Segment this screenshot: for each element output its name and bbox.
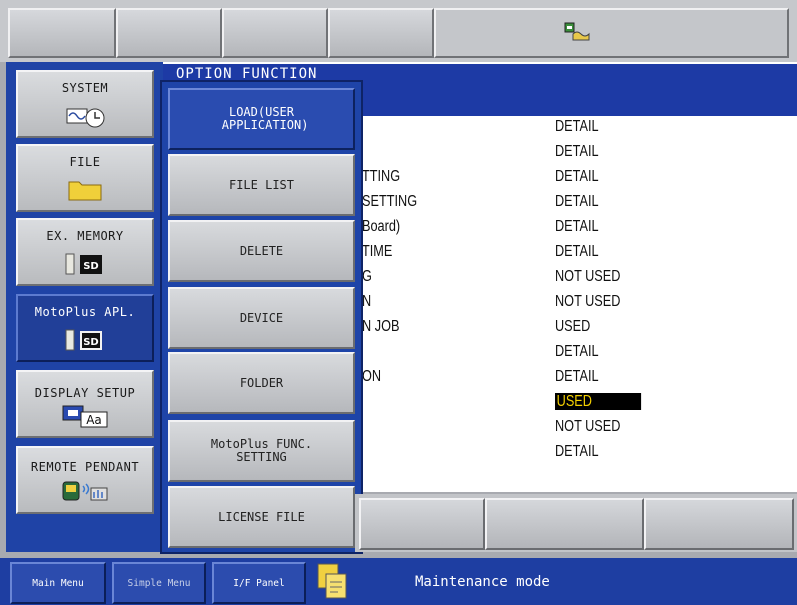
main-menu-button[interactable]: Main Menu bbox=[10, 562, 106, 604]
function-key-2[interactable] bbox=[485, 498, 644, 550]
option-row-value[interactable]: DETAIL bbox=[555, 368, 599, 386]
menu-remote-pendant[interactable]: REMOTE PENDANT bbox=[16, 446, 154, 514]
option-row-label: N JOB bbox=[362, 318, 400, 335]
option-row-label: Board) bbox=[362, 218, 401, 235]
copy-document-icon bbox=[317, 563, 347, 599]
option-value-text: DETAIL bbox=[555, 168, 599, 185]
option-value-text: DETAIL bbox=[555, 443, 599, 460]
option-row-value[interactable]: DETAIL bbox=[555, 193, 599, 211]
menu-file-label: FILE bbox=[69, 155, 101, 169]
if-panel-button[interactable]: I/F Panel bbox=[212, 562, 306, 604]
window-title: OPTION FUNCTION bbox=[176, 66, 318, 80]
option-row-value[interactable]: NOT USED bbox=[555, 268, 620, 286]
menu-system[interactable]: SYSTEM bbox=[16, 70, 154, 138]
top-button-4[interactable] bbox=[328, 8, 434, 58]
menu-motoplus-label: MotoPlus APL. bbox=[34, 305, 136, 319]
option-row-value[interactable]: NOT USED bbox=[555, 293, 620, 311]
display-font-icon: Aa bbox=[62, 405, 108, 428]
navigation-icon bbox=[564, 22, 590, 41]
option-value-text: DETAIL bbox=[555, 343, 599, 360]
option-value-text: DETAIL bbox=[555, 118, 599, 135]
system-clock-icon bbox=[66, 108, 105, 128]
sd-card-icon: SD bbox=[65, 329, 102, 351]
option-value-text: NOT USED bbox=[555, 293, 621, 310]
sd-card-icon: SD bbox=[65, 253, 102, 275]
option-value-text: DETAIL bbox=[555, 243, 599, 260]
option-row-value[interactable]: USED bbox=[555, 318, 590, 336]
status-text: Maintenance mode bbox=[415, 574, 550, 590]
menu-file[interactable]: FILE bbox=[16, 144, 154, 212]
submenu-item[interactable]: FOLDER bbox=[168, 352, 355, 414]
submenu-item[interactable]: DEVICE bbox=[168, 287, 355, 349]
option-value-text: NOT USED bbox=[555, 418, 621, 435]
submenu-item[interactable]: LOAD(USER APPLICATION) bbox=[168, 88, 355, 150]
option-value-text: DETAIL bbox=[555, 368, 599, 385]
option-row-value[interactable]: USED bbox=[555, 393, 642, 411]
function-key-1[interactable] bbox=[359, 498, 485, 550]
top-button-3[interactable] bbox=[222, 8, 328, 58]
menu-display-setup-label: DISPLAY SETUP bbox=[34, 386, 136, 400]
option-value-text: DETAIL bbox=[555, 143, 599, 160]
svg-text:SD: SD bbox=[83, 337, 99, 348]
menu-display-setup[interactable]: DISPLAY SETUP Aa bbox=[16, 370, 154, 438]
submenu-item[interactable]: FILE LIST bbox=[168, 154, 355, 216]
option-row-value[interactable]: DETAIL bbox=[555, 168, 599, 186]
option-row-value[interactable]: DETAIL bbox=[555, 118, 599, 136]
menu-ex-memory-label: EX. MEMORY bbox=[46, 229, 124, 243]
top-button-2[interactable] bbox=[116, 8, 222, 58]
option-row-value[interactable]: DETAIL bbox=[555, 243, 599, 261]
option-row-label: ON bbox=[362, 368, 382, 385]
option-value-text: DETAIL bbox=[555, 193, 599, 210]
selected-value-cursor: USED bbox=[555, 393, 642, 410]
option-row-value[interactable]: DETAIL bbox=[555, 443, 599, 461]
top-status-area bbox=[434, 8, 789, 58]
option-row-label: TIME bbox=[362, 243, 393, 260]
simple-menu-button[interactable]: Simple Menu bbox=[112, 562, 206, 604]
option-row-label: TTING bbox=[362, 168, 401, 185]
function-key-3[interactable] bbox=[644, 498, 794, 550]
folder-icon bbox=[68, 181, 102, 201]
option-value-text: USED bbox=[555, 318, 591, 335]
option-row-label: G bbox=[362, 268, 372, 285]
option-value-text: DETAIL bbox=[555, 218, 599, 235]
option-value-text: NOT USED bbox=[555, 268, 621, 285]
svg-text:Aa: Aa bbox=[86, 413, 102, 427]
option-row-value[interactable]: DETAIL bbox=[555, 343, 599, 361]
option-row-value[interactable]: NOT USED bbox=[555, 418, 620, 436]
option-row-label: N bbox=[362, 293, 372, 310]
menu-ex-memory[interactable]: EX. MEMORY SD bbox=[16, 218, 154, 286]
remote-pendant-icon bbox=[62, 481, 108, 501]
svg-text:SD: SD bbox=[83, 261, 99, 272]
option-row-value[interactable]: DETAIL bbox=[555, 143, 599, 161]
submenu-item[interactable]: DELETE bbox=[168, 220, 355, 282]
menu-system-label: SYSTEM bbox=[61, 81, 109, 95]
menu-motoplus-apl[interactable]: MotoPlus APL. SD bbox=[16, 294, 154, 362]
menu-remote-pendant-label: REMOTE PENDANT bbox=[30, 460, 140, 474]
submenu-item[interactable]: MotoPlus FUNC. SETTING bbox=[168, 420, 355, 482]
top-button-1[interactable] bbox=[8, 8, 116, 58]
option-row-label: SETTING bbox=[362, 193, 418, 210]
submenu-item[interactable]: LICENSE FILE bbox=[168, 486, 355, 548]
option-row-value[interactable]: DETAIL bbox=[555, 218, 599, 236]
